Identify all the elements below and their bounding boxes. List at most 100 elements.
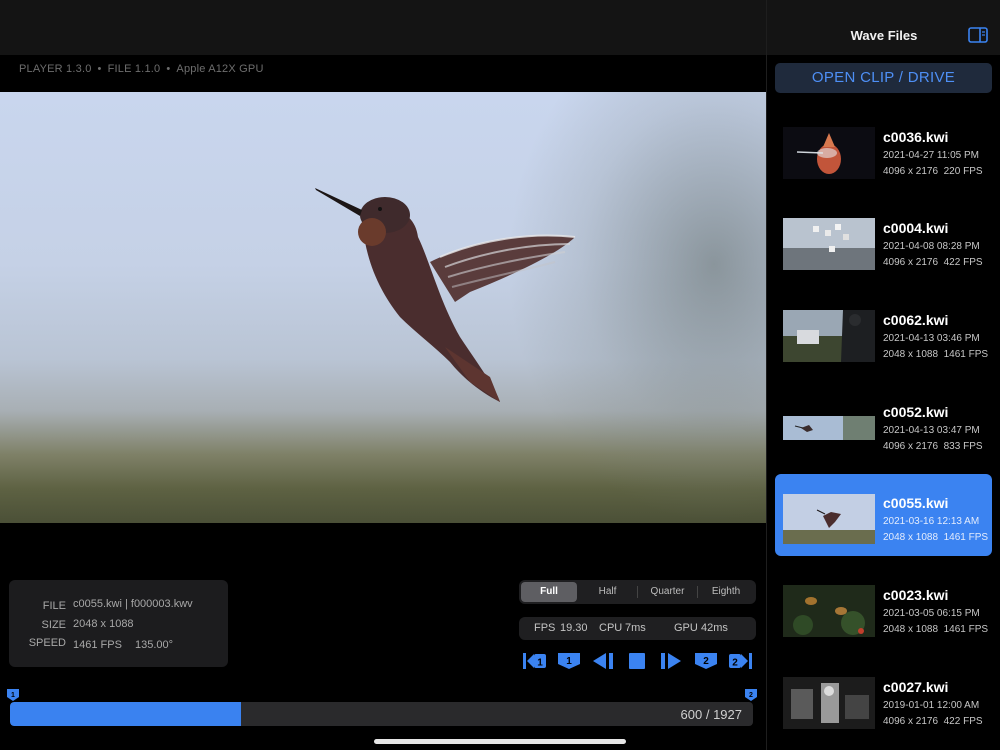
file-label: FILE [42, 600, 66, 612]
marker-2-handle[interactable]: 2 [745, 688, 757, 701]
clip-specs: 4096 x 2176 422 FPS [883, 716, 983, 727]
player-version: PLAYER 1.3.0 [19, 63, 92, 75]
sidebar-title: Wave Files [850, 28, 918, 43]
file-value: c0055.kwi | f000003.kwv [73, 598, 193, 610]
sidebar-header: Wave Files [767, 0, 1000, 55]
separator-dot: • [166, 63, 171, 75]
clip-name: c0023.kwi [883, 587, 949, 603]
timeline-progress [10, 702, 242, 726]
stop-button[interactable] [625, 651, 649, 671]
clip-specs: 4096 x 2176 220 FPS [883, 166, 983, 177]
marker-1-handle[interactable]: 1 [7, 688, 19, 701]
clip-item-c0036[interactable]: c0036.kwi 2021-04-27 11:05 PM 4096 x 217… [775, 112, 992, 194]
home-indicator[interactable] [374, 739, 626, 744]
yard-thumbnail [783, 310, 875, 362]
dice-thumbnail [783, 218, 875, 270]
clip-specs: 2048 x 1088 1461 FPS [883, 532, 988, 543]
jump-to-marker-2-button[interactable]: 2 [728, 651, 752, 671]
clip-fps: 422 FPS [943, 716, 983, 727]
hummingbird-thumbnail [783, 416, 875, 440]
speed-label: SPEED [28, 637, 66, 649]
fps-value: 19.30 [560, 622, 588, 634]
marker-1-number: 1 [566, 656, 572, 667]
size-label: SIZE [41, 619, 66, 631]
set-marker-2-icon: 2 [695, 653, 717, 669]
resolution-quarter-option[interactable]: Quarter [638, 582, 697, 602]
fps-label: FPS [534, 622, 556, 634]
player-toolbar [0, 0, 766, 55]
clip-thumbnail [783, 416, 875, 440]
clip-resolution: 2048 x 1088 [883, 624, 939, 635]
clip-name: c0004.kwi [883, 220, 949, 236]
resolution-eighth-option[interactable]: Eighth [698, 582, 754, 602]
step-forward-button[interactable] [659, 651, 683, 671]
clip-fps: 422 FPS [943, 257, 983, 268]
clip-browser-sidebar: Wave Files OPEN CLIP / DRIVE c0036.kwi 2… [766, 0, 1000, 750]
gpu-value: 42ms [701, 622, 728, 634]
clip-item-c0062[interactable]: c0062.kwi 2021-04-13 03:46 PM 2048 x 108… [775, 295, 992, 377]
clip-date: 2021-04-13 03:47 PM [883, 425, 980, 436]
resolution-full-option[interactable]: Full [521, 582, 577, 602]
set-marker-1-button[interactable]: 1 [557, 651, 581, 671]
clip-fps: 1461 FPS [943, 532, 989, 543]
clip-item-c0004[interactable]: c0004.kwi 2021-04-08 08:28 PM 4096 x 217… [775, 203, 992, 285]
sidebar-toggle-icon [968, 27, 988, 43]
clip-resolution: 2048 x 1088 [883, 532, 939, 543]
sidebar-toggle-button[interactable] [968, 27, 988, 43]
timeline-scrubber[interactable]: 600 / 1927 [10, 702, 753, 726]
size-value: 2048 x 1088 [73, 618, 134, 630]
timeline-marker-2-number: 2 [749, 692, 753, 699]
clip-resolution: 4096 x 2176 [883, 441, 939, 452]
hummingbird-frame [315, 188, 576, 402]
set-marker-2-button[interactable]: 2 [694, 651, 718, 671]
clip-date: 2021-04-13 03:46 PM [883, 333, 980, 344]
jump-to-marker-1-icon: 1 [523, 653, 546, 669]
resolution-half-option[interactable]: Half [579, 582, 636, 602]
clip-name: c0062.kwi [883, 312, 949, 328]
clip-item-c0052[interactable]: c0052.kwi 2021-04-13 03:47 PM 4096 x 217… [775, 387, 992, 469]
monochrome-thumbnail [783, 677, 875, 729]
shutter-angle-value: 135.00° [135, 639, 174, 651]
version-info: PLAYER 1.3.0 • FILE 1.1.0 • Apple A12X GPU [19, 63, 264, 75]
timeline-marker-1-number: 1 [11, 692, 15, 699]
gpu-name: Apple A12X GPU [176, 63, 264, 75]
stop-icon [629, 653, 645, 669]
clip-specs: 2048 x 1088 1461 FPS [883, 624, 988, 635]
hummingbird-thumbnail [783, 494, 875, 544]
open-clip-drive-button[interactable]: OPEN CLIP / DRIVE [775, 63, 992, 93]
speed-value: 1461 FPS [73, 639, 122, 651]
clip-thumbnail [783, 585, 875, 637]
clip-thumbnail [783, 218, 875, 270]
clip-fps: 833 FPS [943, 441, 983, 452]
water-balloon-thumbnail [783, 127, 875, 179]
clip-resolution: 4096 x 2176 [883, 716, 939, 727]
clip-item-c0055[interactable]: c0055.kwi 2021-03-16 12:13 AM 2048 x 108… [775, 474, 992, 556]
clip-name: c0052.kwi [883, 404, 949, 420]
clip-name: c0027.kwi [883, 679, 949, 695]
clip-date: 2021-03-16 12:13 AM [883, 516, 980, 527]
clip-specs: 2048 x 1088 1461 FPS [883, 349, 988, 360]
clip-thumbnail [783, 677, 875, 729]
marker-1-icon: 1 [7, 689, 19, 701]
step-back-icon [593, 653, 613, 669]
marker-2-icon: 2 [745, 689, 757, 701]
file-version: FILE 1.1.0 [107, 63, 161, 75]
cpu-label: CPU [599, 622, 623, 634]
clip-thumbnail [783, 310, 875, 362]
clip-specs: 4096 x 2176 422 FPS [883, 257, 983, 268]
bees-thumbnail [783, 585, 875, 637]
marker-2-number: 2 [732, 658, 738, 669]
clip-fps: 1461 FPS [943, 624, 989, 635]
clip-date: 2021-03-05 06:15 PM [883, 608, 980, 619]
clip-item-c0023[interactable]: c0023.kwi 2021-03-05 06:15 PM 2048 x 108… [775, 570, 992, 652]
clip-resolution: 2048 x 1088 [883, 349, 939, 360]
clip-item-c0027[interactable]: c0027.kwi 2019-01-01 12:00 AM 4096 x 217… [775, 662, 992, 744]
clip-name: c0036.kwi [883, 129, 949, 145]
step-back-button[interactable] [591, 651, 615, 671]
jump-to-marker-1-button[interactable]: 1 [523, 651, 547, 671]
resolution-selector: Full Half Quarter Eighth [519, 580, 756, 604]
video-viewport[interactable] [0, 92, 766, 523]
marker-2-number: 2 [703, 656, 709, 667]
clip-name: c0055.kwi [883, 495, 949, 511]
clip-thumbnail [783, 494, 875, 544]
